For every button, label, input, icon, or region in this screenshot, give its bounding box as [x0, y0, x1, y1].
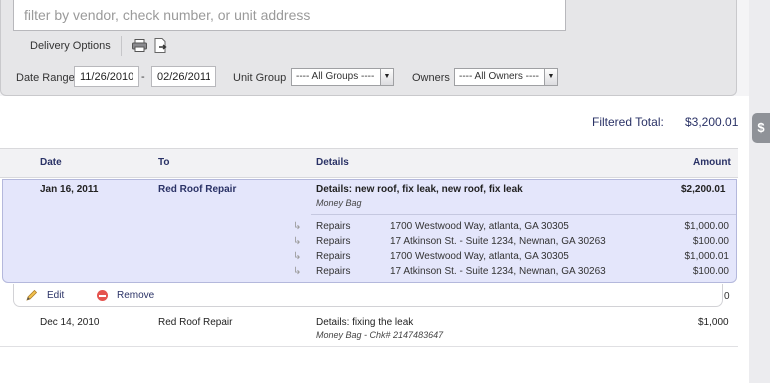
unit-group-value: ---- All Groups ---- — [296, 71, 375, 82]
date-range-label: Date Range — [16, 72, 75, 84]
split-amount: $100.00 — [692, 236, 729, 247]
row-account: Money Bag - Chk# 2147483647 — [316, 330, 444, 340]
owners-label: Owners — [412, 72, 450, 84]
unit-group-label: Unit Group — [233, 72, 287, 84]
split-address: 17 Atkinson St. - Suite 1234, Newnan, GA… — [390, 266, 606, 277]
column-header-to[interactable]: To — [158, 157, 169, 168]
split-line-item: ↳ Repairs 1700 Westwood Way, atlanta, GA… — [0, 221, 740, 236]
row-amount: $2,200.01 — [681, 184, 726, 195]
date-to-input[interactable] — [151, 66, 216, 87]
date-separator: - — [141, 71, 145, 83]
dropdown-arrow-icon: ▼ — [380, 69, 393, 85]
scrollbar-gutter[interactable] — [749, 0, 770, 383]
split-arrow-icon: ↳ — [293, 251, 302, 262]
row-date: Dec 14, 2010 — [40, 317, 100, 328]
delivery-options-link[interactable]: Delivery Options — [30, 40, 111, 52]
row-details: Details: fixing the leak — [316, 317, 414, 328]
clipped-value: 0 — [724, 291, 730, 302]
export-icon[interactable] — [154, 38, 168, 53]
column-header-details[interactable]: Details — [316, 157, 349, 168]
pencil-icon[interactable] — [26, 289, 38, 301]
split-arrow-icon: ↳ — [293, 236, 302, 247]
split-category: Repairs — [316, 251, 351, 262]
row-details: Details: new roof, fix leak, new roof, f… — [316, 184, 523, 195]
split-amount: $1,000.00 — [684, 221, 730, 232]
split-address: 1700 Westwood Way, atlanta, GA 30305 — [390, 221, 569, 232]
edit-button[interactable]: Edit — [47, 290, 64, 301]
filtered-total-label: Filtered Total: — [592, 115, 664, 129]
split-address: 17 Atkinson St. - Suite 1234, Newnan, GA… — [390, 236, 606, 247]
filtered-total-value: $3,200.01 — [685, 115, 739, 129]
owners-select[interactable]: ---- All Owners ---- ▼ — [454, 68, 558, 86]
remove-icon[interactable] — [97, 290, 108, 301]
row-amount: $1,000 — [698, 317, 729, 328]
column-header-amount[interactable]: Amount — [693, 157, 731, 168]
split-divider — [311, 214, 736, 215]
printer-icon[interactable] — [132, 39, 147, 52]
remove-button[interactable]: Remove — [117, 290, 154, 301]
table-empty-space — [0, 347, 749, 383]
split-category: Repairs — [316, 266, 351, 277]
date-from-input[interactable] — [74, 66, 139, 87]
split-category: Repairs — [316, 221, 351, 232]
toolbar-divider — [121, 36, 122, 56]
split-line-item: ↳ Repairs 17 Atkinson St. - Suite 1234, … — [0, 266, 740, 281]
split-address: 1700 Westwood Way, atlanta, GA 30305 — [390, 251, 569, 262]
row-payee-link[interactable]: Red Roof Repair — [158, 184, 236, 195]
table-header — [0, 148, 738, 178]
row-account: Money Bag — [316, 198, 362, 208]
split-arrow-icon: ↳ — [293, 266, 302, 277]
unit-group-select[interactable]: ---- All Groups ---- ▼ — [291, 68, 394, 86]
split-line-item: ↳ Repairs 1700 Westwood Way, atlanta, GA… — [0, 251, 740, 266]
owners-value: ---- All Owners ---- — [459, 71, 539, 82]
split-line-item: ↳ Repairs 17 Atkinson St. - Suite 1234, … — [0, 236, 740, 251]
column-header-date[interactable]: Date — [40, 157, 62, 168]
split-category: Repairs — [316, 236, 351, 247]
split-amount: $1,000.01 — [684, 251, 730, 262]
search-input[interactable] — [13, 0, 566, 31]
row-date: Jan 16, 2011 — [40, 184, 99, 195]
dropdown-arrow-icon: ▼ — [544, 69, 557, 85]
split-arrow-icon: ↳ — [293, 221, 302, 232]
split-amount: $100.00 — [692, 266, 729, 277]
dollar-side-tab[interactable]: $ — [752, 113, 770, 143]
row-payee[interactable]: Red Roof Repair — [158, 317, 232, 328]
